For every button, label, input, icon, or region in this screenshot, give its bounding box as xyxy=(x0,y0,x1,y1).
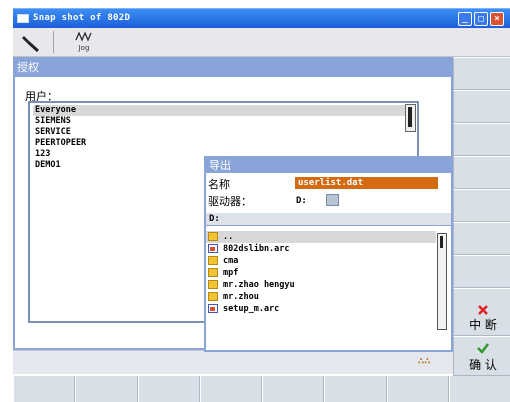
drive-dropdown-button[interactable] xyxy=(326,194,339,206)
export-dialog-title: 导出 xyxy=(209,159,231,172)
name-label: 名称 xyxy=(208,178,230,191)
folder-icon xyxy=(208,280,218,289)
maximize-button[interactable]: □ xyxy=(474,12,488,26)
file-list-item[interactable]: mr.zhou xyxy=(206,291,436,303)
horizontal-softkey-4[interactable] xyxy=(199,376,262,402)
file-name: cma xyxy=(223,256,239,266)
jog-icon xyxy=(75,31,92,42)
folder-icon xyxy=(208,256,218,265)
file-name: mr.zhao hengyu xyxy=(223,280,295,290)
horizontal-softkey-6[interactable] xyxy=(324,376,387,402)
jog-label: Jog xyxy=(78,44,90,52)
vertical-softkey-4[interactable] xyxy=(453,156,510,189)
toolbar: Jog xyxy=(13,28,510,57)
archive-icon xyxy=(208,304,218,313)
checkmark-icon xyxy=(477,343,489,354)
horizontal-softkey-2[interactable] xyxy=(75,376,138,402)
vertical-softkey-6[interactable] xyxy=(453,222,510,255)
folder-up-icon xyxy=(208,232,218,241)
file-name: setup_m.arc xyxy=(223,304,280,314)
user-list-item[interactable]: PEERTOPEER xyxy=(33,138,405,149)
drive-label: 驱动器： xyxy=(208,195,252,208)
horizontal-softkey-5[interactable] xyxy=(262,376,325,402)
file-name: .. xyxy=(223,232,234,242)
horizontal-softkey-7[interactable] xyxy=(386,376,449,402)
filename-input[interactable]: userlist.dat xyxy=(295,177,438,189)
toolbar-separator xyxy=(53,31,54,53)
vertical-softkey-5[interactable] xyxy=(453,189,510,222)
vertical-softkey-7[interactable] xyxy=(453,255,510,288)
status-bar xyxy=(13,350,453,374)
cancel-icon xyxy=(478,305,488,315)
file-list-scrollbar[interactable] xyxy=(437,233,447,330)
file-list-item[interactable]: 802dslibn.arc xyxy=(206,243,436,255)
panel-header: 授权 xyxy=(13,57,453,75)
jog-button[interactable]: Jog xyxy=(69,30,99,56)
panel-title: 授权 xyxy=(17,61,39,74)
horizontal-softkey-bar xyxy=(13,376,510,402)
file-list-item[interactable]: mpf xyxy=(206,267,436,279)
vertical-softkey-3[interactable] xyxy=(453,123,510,156)
current-path: D: xyxy=(206,213,451,226)
confirm-label: 确 认 xyxy=(469,358,497,372)
user-list-item[interactable]: SERVICE xyxy=(33,127,405,138)
file-list-item[interactable]: .. xyxy=(206,231,436,243)
user-list-item[interactable]: Everyone xyxy=(33,105,405,116)
network-status-icon: ∴∴ xyxy=(418,357,431,367)
file-name: mpf xyxy=(223,268,239,278)
folder-icon xyxy=(208,292,218,301)
wrench-icon[interactable] xyxy=(21,33,43,53)
vertical-softkey-1[interactable] xyxy=(453,57,510,90)
file-list[interactable]: .. 802dslibn.arc cma mpf mr.zhao hengyu … xyxy=(206,228,451,350)
vertical-softkey-2[interactable] xyxy=(453,90,510,123)
export-dialog-header: 导出 xyxy=(204,156,453,173)
file-list-item[interactable]: setup_m.arc xyxy=(206,303,436,315)
window-titlebar[interactable]: Snap shot of 802D _ □ × xyxy=(13,8,510,28)
cancel-label: 中 断 xyxy=(469,318,497,332)
horizontal-softkey-3[interactable] xyxy=(137,376,200,402)
window-icon xyxy=(17,14,29,23)
file-name: 802dslibn.arc xyxy=(223,244,290,254)
user-list-scrollbar[interactable] xyxy=(405,104,416,132)
close-button[interactable]: × xyxy=(490,12,504,26)
drive-select[interactable]: D: xyxy=(296,196,307,206)
confirm-softkey[interactable]: 确 认 xyxy=(453,336,510,376)
archive-icon xyxy=(208,244,218,253)
horizontal-softkey-8[interactable] xyxy=(448,376,510,402)
window-title: Snap shot of 802D xyxy=(33,13,131,23)
cancel-softkey[interactable]: 中 断 xyxy=(453,288,510,336)
file-name: mr.zhou xyxy=(223,292,259,302)
minimize-button[interactable]: _ xyxy=(458,12,472,26)
folder-icon xyxy=(208,268,218,277)
horizontal-softkey-1[interactable] xyxy=(13,376,76,402)
file-list-item[interactable]: mr.zhao hengyu xyxy=(206,279,436,291)
user-list-item[interactable]: SIEMENS xyxy=(33,116,405,127)
file-list-item[interactable]: cma xyxy=(206,255,436,267)
